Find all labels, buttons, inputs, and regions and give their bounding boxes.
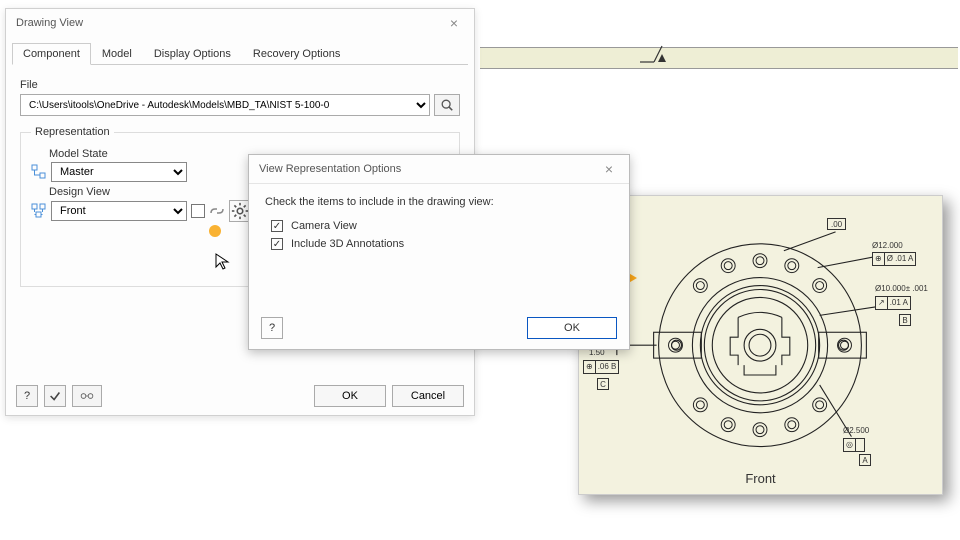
drawing-titlebar-strip — [480, 47, 958, 69]
help-button[interactable]: ? — [16, 385, 38, 407]
fcf-d10: .01 A — [888, 297, 910, 309]
link-icon — [209, 203, 225, 219]
preview-caption: Front — [579, 471, 942, 486]
vro-title: View Representation Options — [259, 163, 401, 175]
datum-c: C — [597, 378, 609, 390]
position-symbol-icon: ⊕ — [584, 361, 596, 373]
file-label: File — [20, 79, 460, 91]
view-rep-options-dialog: View Representation Options × Check the … — [248, 154, 630, 350]
vro-close-icon[interactable]: × — [599, 161, 619, 177]
tab-recovery-options[interactable]: Recovery Options — [242, 43, 351, 65]
glasses-button[interactable] — [72, 385, 102, 407]
camera-view-label: Camera View — [291, 220, 357, 232]
datum-a: A — [859, 454, 871, 466]
check-icon — [48, 389, 62, 403]
tab-strip: Component Model Display Options Recovery… — [12, 43, 468, 65]
model-state-select[interactable]: Master — [51, 162, 187, 182]
tab-display-options[interactable]: Display Options — [143, 43, 242, 65]
cancel-button[interactable]: Cancel — [392, 385, 464, 407]
weld-symbol-icon — [640, 40, 680, 68]
dim-d10: Ø10.000± .001 — [875, 284, 928, 293]
file-path-select[interactable]: C:\Users\itools\OneDrive - Autodesk\Mode… — [20, 94, 430, 116]
drawing-preview: .00 Ø12.000 ⊕ Ø .01 A Ø10.000± .001 ↗ .0… — [578, 195, 943, 495]
dim-d25: Ø2.500 — [843, 426, 869, 435]
callout-highlight-dot — [209, 225, 221, 237]
drawing-view-title: Drawing View — [16, 17, 83, 29]
include-3d-checkbox[interactable] — [271, 238, 283, 250]
vro-help-button[interactable]: ? — [261, 317, 283, 339]
toggle-check-button[interactable] — [44, 385, 66, 407]
glasses-icon — [80, 389, 94, 403]
model-state-tree-icon — [31, 164, 47, 180]
fcf-d12: Ø .01 A — [885, 253, 916, 265]
ok-button[interactable]: OK — [314, 385, 386, 407]
camera-view-checkbox[interactable] — [271, 220, 283, 232]
fcf-d25-cell — [856, 439, 864, 451]
associative-checkbox[interactable] — [191, 204, 205, 218]
representation-legend: Representation — [31, 126, 114, 138]
gtol-symbol-icon: ⊕ — [873, 253, 885, 265]
help-icon: ? — [269, 322, 275, 334]
tab-component[interactable]: Component — [12, 43, 91, 65]
browse-file-button[interactable] — [434, 94, 460, 116]
design-view-select[interactable]: Front — [51, 201, 187, 221]
tab-model[interactable]: Model — [91, 43, 143, 65]
magnify-icon — [440, 98, 454, 112]
design-view-tree-icon — [31, 203, 47, 219]
cursor-icon — [214, 252, 232, 270]
dim-box-00: .00 — [827, 218, 846, 230]
gear-icon — [230, 201, 250, 221]
include-3d-label: Include 3D Annotations — [291, 238, 404, 250]
runout-symbol-icon: ↗ — [876, 297, 888, 309]
vro-instruction: Check the items to include in the drawin… — [265, 196, 613, 208]
fcf-w150: .06 B — [596, 361, 619, 373]
help-icon: ? — [24, 390, 30, 402]
dim-d12: Ø12.000 — [872, 241, 903, 250]
close-icon[interactable]: × — [444, 15, 464, 31]
datum-b: B — [899, 314, 911, 326]
vro-ok-button[interactable]: OK — [527, 317, 617, 339]
conc-symbol-icon: ◎ — [844, 439, 856, 451]
